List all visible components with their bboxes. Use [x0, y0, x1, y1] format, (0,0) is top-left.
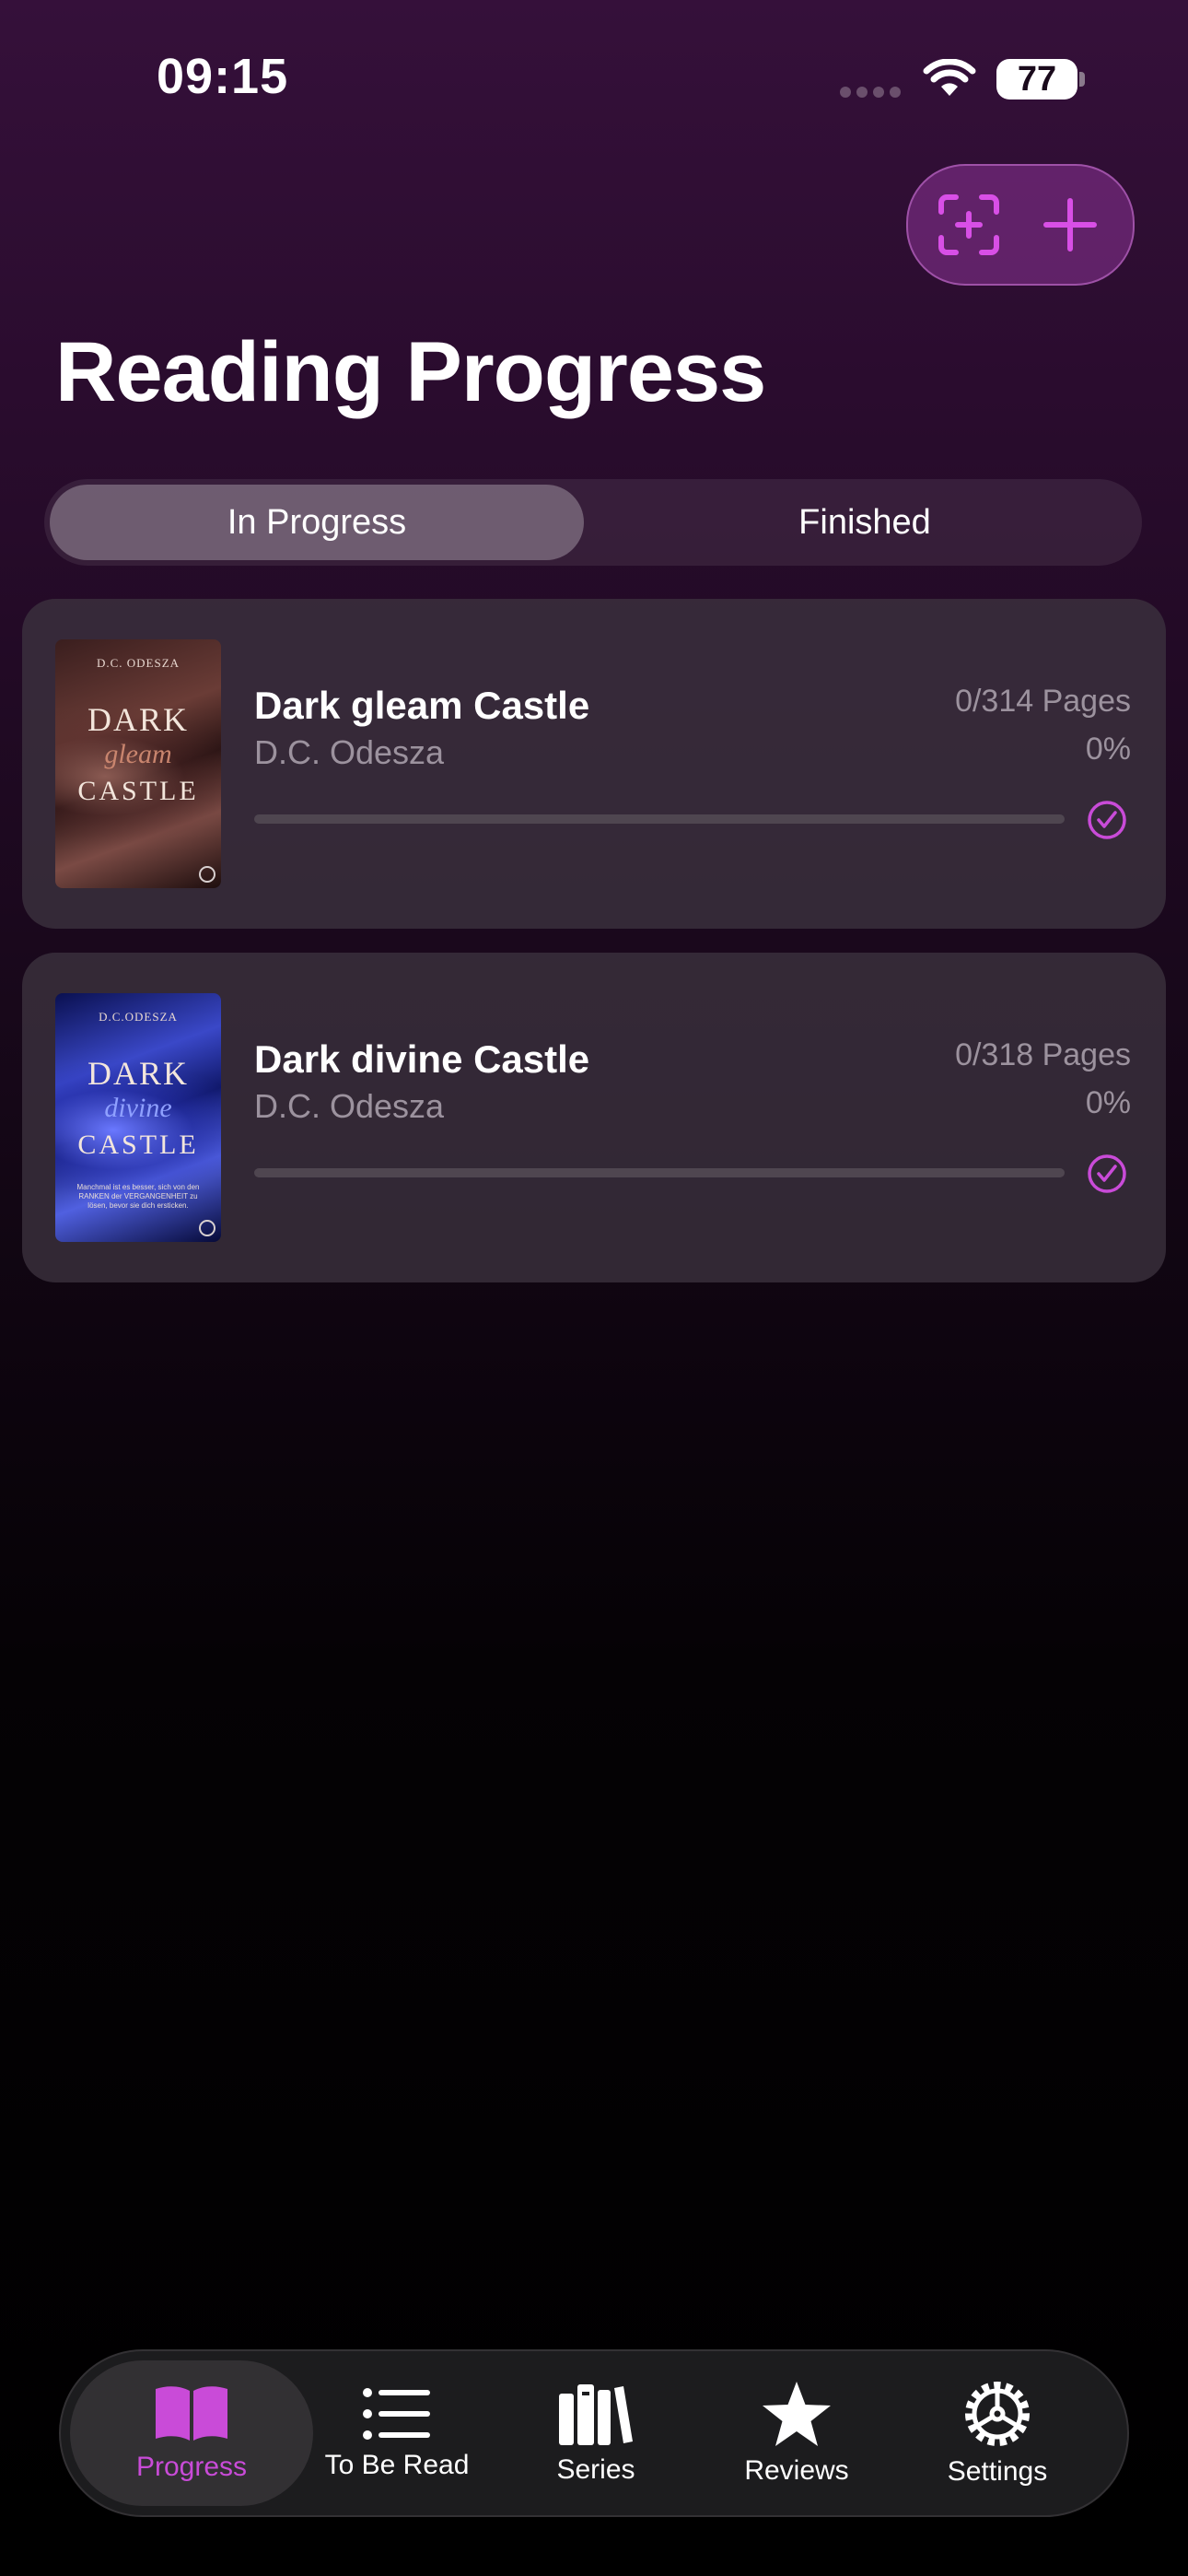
wifi-icon — [923, 59, 976, 96]
cover-title-2: divine — [104, 1093, 172, 1123]
status-bar: 09:15 77 — [0, 0, 1188, 157]
publisher-logo-icon — [199, 1220, 215, 1236]
list-icon — [363, 2388, 430, 2440]
book-author: D.C. Odesza — [254, 733, 445, 771]
book-card[interactable]: D.C.ODESZA DARK divine CASTLE Manchmal i… — [22, 953, 1166, 1282]
progress-filter-segmented-control: In Progress Finished — [44, 479, 1142, 566]
cover-title-1: DARK — [87, 701, 189, 738]
reading-progress-bar — [254, 814, 1065, 824]
cover-title-2: gleam — [104, 739, 172, 769]
book-open-icon — [156, 2386, 227, 2441]
star-icon — [763, 2382, 831, 2446]
scan-book-button[interactable] — [926, 182, 1011, 267]
cover-author: D.C. ODESZA — [96, 656, 181, 670]
book-page-count: 0/314 Pages — [955, 684, 1131, 719]
tab-settings[interactable]: Settings — [901, 2360, 1094, 2506]
top-action-group — [906, 164, 1135, 286]
status-time: 09:15 — [157, 49, 289, 104]
add-book-button[interactable] — [1028, 182, 1112, 267]
page-title: Reading Progress — [55, 325, 766, 419]
tab-reviews[interactable]: Reviews — [700, 2360, 893, 2506]
tab-bar: Progress To Be Read Series Reviews Setti… — [59, 2349, 1129, 2517]
book-percent: 0% — [1085, 732, 1131, 767]
tab-label: Settings — [947, 2456, 1048, 2487]
book-cover: D.C.ODESZA DARK divine CASTLE Manchmal i… — [55, 993, 221, 1242]
cover-title-3: CASTLE — [77, 1130, 199, 1160]
reading-progress-bar — [254, 1168, 1065, 1177]
book-title: Dark gleam Castle — [254, 684, 590, 727]
tab-label: Progress — [135, 2452, 248, 2482]
books-icon — [559, 2384, 633, 2445]
battery-tip — [1079, 72, 1085, 87]
segment-finished[interactable]: Finished — [593, 485, 1136, 560]
tab-progress[interactable]: Progress — [70, 2360, 313, 2506]
cover-blurb: Manchmal ist es besser, sich von den RAN… — [76, 1183, 200, 1210]
tab-label: To Be Read — [324, 2450, 470, 2480]
book-title: Dark divine Castle — [254, 1037, 590, 1081]
book-percent: 0% — [1085, 1085, 1131, 1120]
plus-icon — [1043, 198, 1097, 252]
cover-title-1: DARK — [87, 1055, 189, 1092]
cellular-signal-icon — [840, 87, 901, 98]
gear-icon — [965, 2382, 1030, 2446]
mark-finished-button[interactable] — [1087, 800, 1127, 840]
mark-finished-button[interactable] — [1087, 1153, 1127, 1194]
book-cover: D.C. ODESZA DARK gleam CASTLE — [55, 639, 221, 888]
tab-series[interactable]: Series — [499, 2360, 693, 2506]
segment-in-progress[interactable]: In Progress — [50, 485, 584, 560]
battery-indicator: 77 — [996, 59, 1077, 100]
scan-add-icon — [938, 194, 999, 255]
publisher-logo-icon — [199, 866, 215, 883]
tab-label: Reviews — [744, 2455, 849, 2486]
cover-author: D.C.ODESZA — [99, 1010, 178, 1024]
book-page-count: 0/318 Pages — [955, 1037, 1131, 1072]
tab-to-be-read[interactable]: To Be Read — [300, 2360, 494, 2506]
book-card[interactable]: D.C. ODESZA DARK gleam CASTLE Dark gleam… — [22, 599, 1166, 929]
cover-title-3: CASTLE — [77, 776, 199, 806]
book-author: D.C. Odesza — [254, 1087, 445, 1125]
tab-label: Series — [556, 2454, 635, 2485]
